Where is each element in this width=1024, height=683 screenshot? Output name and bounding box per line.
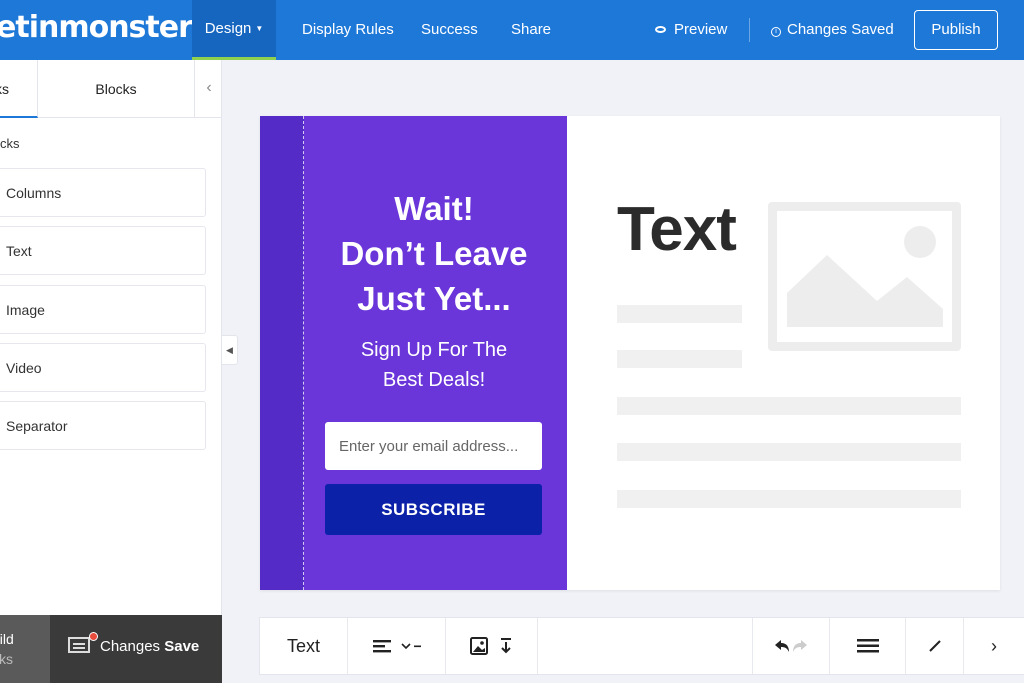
image-icon: [787, 226, 943, 327]
sidebar: ks Blocks ‹ cks Columns Text Image Video…: [0, 60, 222, 683]
text-line-placeholder: [617, 397, 961, 415]
chevron-left-icon[interactable]: ‹: [196, 60, 222, 118]
save-status: i Changes Saved: [771, 0, 894, 60]
top-bar: etinmonster Design ▼ Display Rules Succes…: [0, 0, 1024, 60]
notification-dot: [89, 632, 98, 641]
media-tools[interactable]: [446, 618, 538, 674]
text-line-placeholder: [617, 350, 742, 368]
headline-line-3: Just Yet...: [357, 280, 511, 317]
nav-success[interactable]: Success: [421, 0, 478, 60]
optin-panel[interactable]: Wait! Don’t Leave Just Yet... Sign Up Fo…: [260, 116, 567, 590]
image-icon: [469, 636, 511, 655]
menu-icon[interactable]: [830, 618, 906, 674]
undo-redo[interactable]: [752, 618, 830, 674]
text-style-button[interactable]: Text: [260, 618, 348, 674]
preview-label: Preview: [674, 21, 728, 38]
editor-toolbar: Text ›: [259, 617, 1024, 675]
info-icon: i: [771, 27, 781, 37]
block-text[interactable]: Text: [0, 226, 206, 275]
subheadline[interactable]: Sign Up For The Best Deals!: [320, 335, 548, 395]
nav-design[interactable]: Design ▼: [192, 0, 276, 60]
text-line-placeholder: [617, 305, 742, 323]
build-line-2: cks: [0, 651, 13, 667]
block-columns[interactable]: Columns: [0, 168, 206, 217]
block-separator[interactable]: Separator: [0, 401, 206, 450]
eye-icon: [655, 26, 666, 33]
logo-text: etinmonster: [0, 10, 193, 45]
document-icon: [68, 632, 98, 653]
text-line-placeholder: [617, 443, 961, 461]
campaign-preview: Wait! Don’t Leave Just Yet... Sign Up Fo…: [260, 116, 1000, 590]
image-placeholder[interactable]: [768, 202, 961, 351]
edit-pencil-icon[interactable]: [906, 618, 964, 674]
nav-display-rules[interactable]: Display Rules: [302, 0, 394, 60]
chevron-right-icon[interactable]: ›: [964, 618, 1024, 674]
app-logo[interactable]: etinmonster: [0, 10, 193, 45]
block-video[interactable]: Video: [0, 343, 206, 392]
sidebar-toggle-handle[interactable]: ◀: [222, 335, 238, 365]
sidebar-footer: uild cks Changes Save: [0, 615, 222, 683]
headline-line-1: Wait!: [394, 190, 474, 227]
subheadline-line-2: Best Deals!: [382, 369, 486, 391]
footer-save-bold: Save: [164, 638, 200, 655]
headline-line-2: Don’t Leave: [340, 235, 528, 272]
preview-button[interactable]: Preview: [655, 0, 727, 60]
footer-save-prefix: Changes: [100, 638, 161, 655]
subheadline-line-1: Sign Up For The: [360, 339, 508, 361]
align-dropdown[interactable]: [348, 618, 446, 674]
footer-save-status[interactable]: Changes Save: [68, 632, 200, 655]
text-block-placeholder[interactable]: Text: [617, 194, 737, 265]
undo-icon: [775, 639, 807, 652]
align-left-icon: [372, 639, 421, 653]
column-strip: [260, 116, 304, 590]
caret-down-icon: ▼: [255, 24, 264, 33]
build-blocks-button[interactable]: uild cks: [0, 615, 50, 683]
sidebar-tabs: ks Blocks ‹: [0, 60, 222, 118]
nav-share[interactable]: Share: [511, 0, 551, 60]
tab-blocks-partial[interactable]: ks: [0, 60, 38, 118]
email-field[interactable]: [325, 422, 542, 470]
header-divider: [749, 18, 750, 42]
text-line-placeholder: [617, 490, 961, 508]
nav-design-label: Design: [204, 20, 252, 37]
section-label: cks: [0, 136, 20, 151]
publish-button[interactable]: Publish: [914, 10, 998, 50]
build-line-1: uild: [0, 631, 14, 647]
headline[interactable]: Wait! Don’t Leave Just Yet...: [320, 186, 548, 321]
save-status-label: Changes Saved: [787, 21, 894, 38]
pencil-icon: [928, 640, 941, 652]
subscribe-button[interactable]: SUBSCRIBE: [325, 484, 542, 535]
block-image[interactable]: Image: [0, 285, 206, 334]
tab-blocks[interactable]: Blocks: [38, 60, 195, 118]
lines-icon: [856, 638, 879, 653]
